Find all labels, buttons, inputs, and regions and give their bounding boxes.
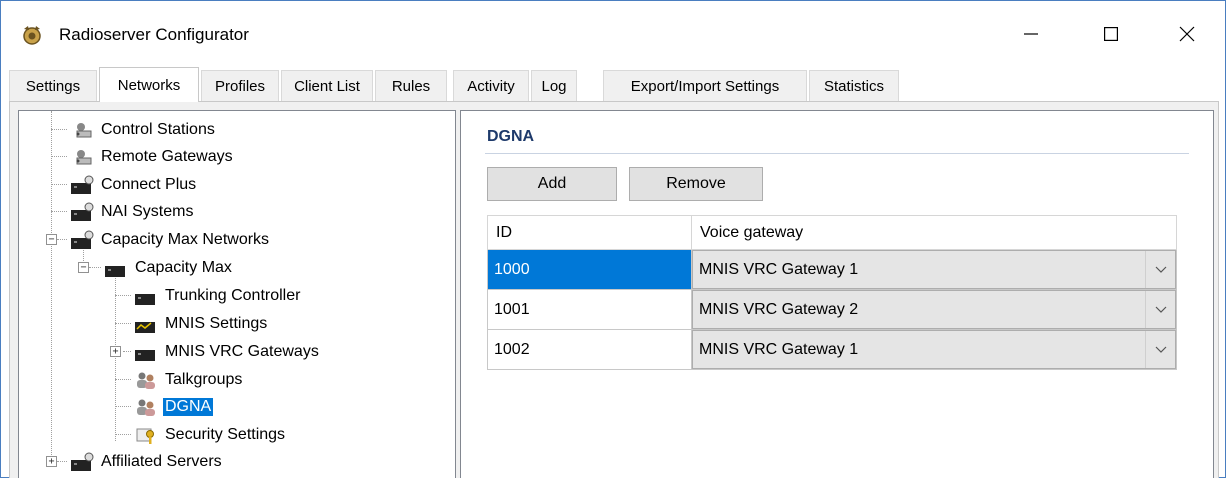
table-row[interactable]: 1000 MNIS VRC Gateway 1	[487, 249, 1177, 290]
voice-gateway-dropdown[interactable]: MNIS VRC Gateway 1	[692, 330, 1176, 369]
tab-rules[interactable]: Rules	[375, 70, 447, 101]
tree-item-remote-gateways[interactable]: Remote Gateways	[69, 143, 235, 170]
tab-content: − − + + Control Stations Remote Gateways…	[9, 101, 1219, 478]
tab-export-import-settings[interactable]: Export/Import Settings	[603, 70, 807, 101]
key-icon	[136, 428, 154, 444]
section-divider	[485, 153, 1189, 154]
tab-strip: Settings Networks Profiles Client List R…	[1, 67, 1225, 102]
tree-item-security-settings[interactable]: Security Settings	[133, 421, 287, 448]
remove-button[interactable]: Remove	[629, 167, 763, 201]
server-icon	[135, 293, 155, 305]
expand-mnis-vrc-gateways[interactable]: +	[110, 346, 121, 357]
table-row[interactable]: 1002 MNIS VRC Gateway 1	[487, 329, 1177, 370]
tree-item-control-stations[interactable]: Control Stations	[69, 116, 217, 143]
column-header-voice-gateway[interactable]: Voice gateway	[691, 215, 1177, 250]
id-cell[interactable]: 1002	[487, 329, 692, 370]
tree-item-trunking-controller[interactable]: Trunking Controller	[133, 282, 302, 309]
tree-item-capacity-max[interactable]: Capacity Max	[103, 254, 234, 281]
minimize-icon	[1024, 33, 1038, 35]
tree-item-affiliated-servers[interactable]: Affiliated Servers	[69, 448, 224, 475]
dgna-grid: ID Voice gateway 1000 MNIS VRC Gateway 1…	[487, 215, 1177, 370]
add-button[interactable]: Add	[487, 167, 617, 201]
dgna-panel: DGNA Add Remove ID Voice gateway 1000 MN…	[460, 110, 1214, 478]
window-title: Radioserver Configurator	[59, 25, 249, 44]
tab-activity[interactable]: Activity	[453, 70, 529, 101]
server-icon	[71, 175, 94, 194]
voice-gateway-cell[interactable]: MNIS VRC Gateway 1	[691, 249, 1177, 290]
radio-station-icon	[76, 149, 92, 164]
tree-item-nai-systems[interactable]: NAI Systems	[69, 198, 195, 225]
radio-station-icon	[76, 122, 92, 137]
chevron-down-icon	[1155, 346, 1166, 353]
grid-header-row: ID Voice gateway	[487, 215, 1177, 250]
tab-settings[interactable]: Settings	[9, 70, 97, 101]
maximize-button[interactable]	[1081, 9, 1141, 59]
expand-affiliated-servers[interactable]: +	[46, 456, 57, 467]
server-icon	[135, 349, 155, 361]
tab-client-list[interactable]: Client List	[281, 70, 373, 101]
tree-item-connect-plus[interactable]: Connect Plus	[69, 171, 198, 198]
server-icon	[105, 265, 125, 277]
collapse-capacity-max-networks[interactable]: −	[46, 234, 57, 245]
tab-log[interactable]: Log	[531, 70, 577, 101]
tree-item-mnis-settings[interactable]: MNIS Settings	[133, 310, 269, 337]
voice-gateway-dropdown[interactable]: MNIS VRC Gateway 2	[692, 290, 1176, 329]
title-bar: Radioserver Configurator	[1, 1, 1225, 67]
chevron-down-icon	[1155, 306, 1166, 313]
mnis-settings-icon	[135, 321, 155, 333]
minimize-button[interactable]	[1001, 9, 1061, 59]
server-icon	[71, 202, 94, 221]
tree-item-mnis-vrc-gateways[interactable]: MNIS VRC Gateways	[133, 338, 321, 365]
app-logo-icon	[23, 26, 41, 45]
id-cell[interactable]: 1000	[487, 249, 692, 290]
table-row[interactable]: 1001 MNIS VRC Gateway 2	[487, 289, 1177, 330]
server-icon	[71, 230, 94, 249]
tab-statistics[interactable]: Statistics	[809, 70, 899, 101]
server-icon	[71, 452, 94, 471]
group-icon	[137, 399, 155, 416]
voice-gateway-dropdown[interactable]: MNIS VRC Gateway 1	[692, 250, 1176, 289]
tab-networks[interactable]: Networks	[99, 67, 199, 102]
network-tree[interactable]: − − + + Control Stations Remote Gateways…	[18, 110, 456, 478]
maximize-icon	[1104, 27, 1118, 41]
close-icon	[1179, 26, 1195, 42]
group-icon	[137, 372, 155, 389]
close-button[interactable]	[1157, 9, 1217, 59]
tree-item-dgna[interactable]: DGNA	[133, 393, 214, 420]
tree-item-talkgroups[interactable]: Talkgroups	[133, 366, 244, 393]
tree-item-capacity-max-networks[interactable]: Capacity Max Networks	[69, 226, 271, 253]
voice-gateway-cell[interactable]: MNIS VRC Gateway 1	[691, 329, 1177, 370]
column-header-id[interactable]: ID	[487, 215, 692, 250]
tab-profiles[interactable]: Profiles	[201, 70, 279, 101]
id-cell[interactable]: 1001	[487, 289, 692, 330]
chevron-down-icon	[1155, 266, 1166, 273]
voice-gateway-cell[interactable]: MNIS VRC Gateway 2	[691, 289, 1177, 330]
section-title: DGNA	[487, 128, 535, 145]
collapse-capacity-max[interactable]: −	[78, 262, 89, 273]
app-window: Radioserver Configurator Settings Networ…	[0, 0, 1226, 478]
